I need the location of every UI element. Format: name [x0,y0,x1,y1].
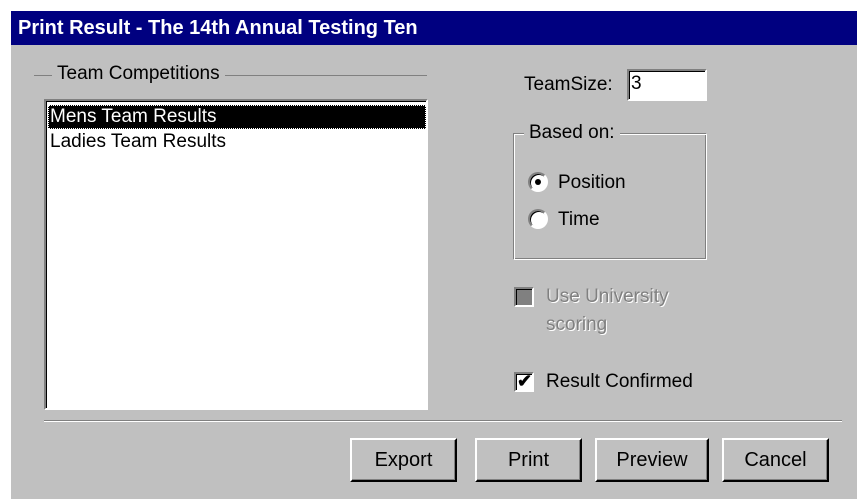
position-label[interactable]: Position [558,171,626,195]
time-label[interactable]: Time [558,208,600,232]
separator-line [44,420,842,422]
preview-button[interactable]: Preview [595,438,709,482]
team-competitions-label: Team Competitions [52,63,225,85]
university-scoring-checkbox [514,287,534,307]
cancel-button[interactable]: Cancel [722,438,829,482]
radio-selected-dot [535,179,541,185]
based-on-group [513,133,707,260]
based-on-label: Based on: [524,122,620,144]
team-competitions-list[interactable]: Mens Team Results Ladies Team Results [44,99,428,410]
export-button[interactable]: Export [350,438,457,482]
university-scoring-label-line1: Use University [546,286,669,307]
list-item-ladies-team-results[interactable]: Ladies Team Results [48,130,226,154]
team-size-label: TeamSize: [524,74,613,95]
team-size-field[interactable]: 3 [627,69,707,101]
print-result-dialog: Print Result - The 14th Annual Testing T… [11,11,857,499]
university-scoring-label-line2: scoring [546,314,608,335]
checkmark-icon: ✔ [517,371,533,391]
result-confirmed-label[interactable]: Result Confirmed [546,370,693,394]
result-confirmed-checkbox[interactable]: ✔ [514,371,534,392]
list-item-mens-team-results[interactable]: Mens Team Results [48,105,426,129]
title-bar: Print Result - The 14th Annual Testing T… [11,11,857,45]
time-radio[interactable] [528,209,548,229]
print-button[interactable]: Print [475,438,582,482]
position-radio[interactable] [528,172,548,192]
